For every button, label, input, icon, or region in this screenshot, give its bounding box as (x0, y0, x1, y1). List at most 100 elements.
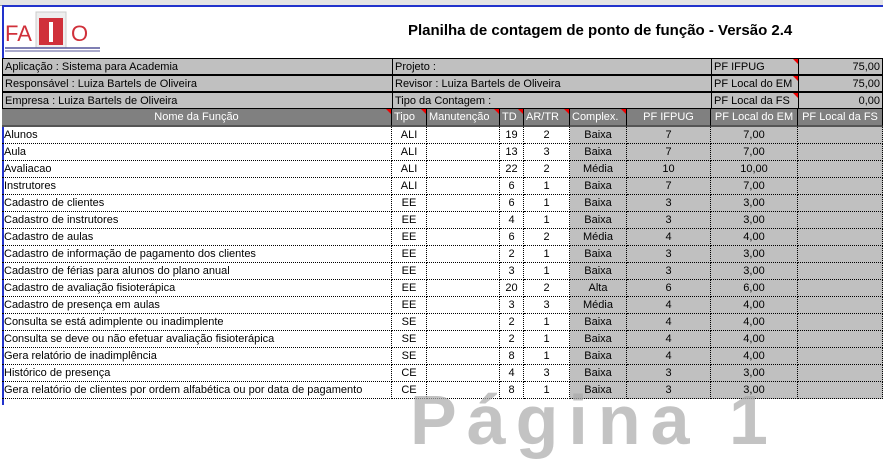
cell-td[interactable]: 3 (500, 263, 524, 280)
cell-pf-fs[interactable] (798, 229, 883, 246)
projeto-cell[interactable]: Projeto : (392, 58, 712, 75)
cell-pf-ifpug[interactable]: 6 (627, 280, 711, 297)
cell-pf-fs[interactable] (798, 127, 883, 144)
header-ar-tr[interactable]: AR/TR (524, 109, 570, 127)
cell-nome[interactable]: Cadastro de instrutores (2, 212, 392, 229)
cell-ar-tr[interactable]: 3 (524, 144, 570, 161)
cell-nome[interactable]: Cadastro de informação de pagamento dos … (2, 246, 392, 263)
cell-tipo[interactable]: SE (392, 348, 427, 365)
cell-tipo[interactable]: SE (392, 331, 427, 348)
tipo-contagem-cell[interactable]: Tipo da Contagem : (392, 92, 712, 109)
cell-ar-tr[interactable]: 2 (524, 229, 570, 246)
cell-complex[interactable]: Baixa (570, 314, 627, 331)
cell-manutencao[interactable] (427, 195, 500, 212)
cell-ar-tr[interactable]: 1 (524, 178, 570, 195)
cell-nome[interactable]: Cadastro de presença em aulas (2, 297, 392, 314)
cell-ar-tr[interactable]: 1 (524, 195, 570, 212)
cell-td[interactable]: 6 (500, 195, 524, 212)
cell-nome[interactable]: Avaliacao (2, 161, 392, 178)
cell-pf-fs[interactable] (798, 348, 883, 365)
cell-td[interactable]: 22 (500, 161, 524, 178)
cell-ar-tr[interactable]: 1 (524, 212, 570, 229)
header-td[interactable]: TD (500, 109, 524, 127)
header-complex[interactable]: Complex. (570, 109, 627, 127)
cell-ar-tr[interactable]: 1 (524, 246, 570, 263)
cell-pf-em[interactable]: 7,00 (711, 144, 798, 161)
cell-nome[interactable]: Cadastro de aulas (2, 229, 392, 246)
cell-pf-fs[interactable] (798, 280, 883, 297)
cell-pf-em[interactable]: 7,00 (711, 127, 798, 144)
cell-tipo[interactable]: EE (392, 297, 427, 314)
cell-nome[interactable]: Aula (2, 144, 392, 161)
cell-complex[interactable]: Baixa (570, 144, 627, 161)
cell-tipo[interactable]: ALI (392, 144, 427, 161)
cell-tipo[interactable]: EE (392, 263, 427, 280)
header-nome[interactable]: Nome da Função (2, 109, 392, 127)
cell-manutencao[interactable] (427, 314, 500, 331)
cell-td[interactable]: 20 (500, 280, 524, 297)
cell-nome[interactable]: Alunos (2, 127, 392, 144)
cell-tipo[interactable]: ALI (392, 127, 427, 144)
cell-complex[interactable]: Média (570, 229, 627, 246)
cell-pf-ifpug[interactable]: 4 (627, 297, 711, 314)
cell-td[interactable]: 13 (500, 144, 524, 161)
empresa-cell[interactable]: Empresa : Luiza Bartels de Oliveira (2, 92, 393, 109)
cell-pf-ifpug[interactable]: 3 (627, 212, 711, 229)
cell-manutencao[interactable] (427, 144, 500, 161)
cell-tipo[interactable]: SE (392, 314, 427, 331)
cell-nome[interactable]: Cadastro de clientes (2, 195, 392, 212)
cell-pf-fs[interactable] (798, 382, 883, 399)
cell-td[interactable]: 2 (500, 331, 524, 348)
cell-manutencao[interactable] (427, 161, 500, 178)
cell-manutencao[interactable] (427, 212, 500, 229)
cell-td[interactable]: 4 (500, 212, 524, 229)
cell-pf-fs[interactable] (798, 314, 883, 331)
cell-tipo[interactable]: EE (392, 212, 427, 229)
pf-em-label[interactable]: PF Local do EM (711, 75, 799, 92)
cell-complex[interactable]: Baixa (570, 212, 627, 229)
cell-nome[interactable]: Consulta se está adimplente ou inadimple… (2, 314, 392, 331)
cell-ar-tr[interactable]: 1 (524, 314, 570, 331)
cell-manutencao[interactable] (427, 246, 500, 263)
cell-pf-fs[interactable] (798, 263, 883, 280)
cell-complex[interactable]: Média (570, 161, 627, 178)
cell-pf-ifpug[interactable]: 7 (627, 144, 711, 161)
cell-pf-ifpug[interactable]: 4 (627, 331, 711, 348)
cell-complex[interactable]: Baixa (570, 263, 627, 280)
cell-manutencao[interactable] (427, 263, 500, 280)
cell-pf-em[interactable]: 4,00 (711, 229, 798, 246)
header-pf-fs[interactable]: PF Local da FS (798, 109, 883, 127)
cell-pf-em[interactable]: 10,00 (711, 161, 798, 178)
responsavel-cell[interactable]: Responsável : Luiza Bartels de Oliveira (2, 75, 393, 92)
cell-pf-ifpug[interactable]: 3 (627, 195, 711, 212)
cell-pf-fs[interactable] (798, 161, 883, 178)
cell-pf-fs[interactable] (798, 246, 883, 263)
cell-pf-em[interactable]: 3,00 (711, 263, 798, 280)
cell-manutencao[interactable] (427, 127, 500, 144)
cell-pf-ifpug[interactable]: 4 (627, 229, 711, 246)
cell-pf-ifpug[interactable]: 7 (627, 178, 711, 195)
cell-ar-tr[interactable]: 2 (524, 127, 570, 144)
cell-complex[interactable]: Baixa (570, 178, 627, 195)
pf-fs-label[interactable]: PF Local da FS (711, 92, 799, 109)
cell-pf-em[interactable]: 3,00 (711, 246, 798, 263)
cell-complex[interactable]: Baixa (570, 331, 627, 348)
cell-manutencao[interactable] (427, 331, 500, 348)
cell-pf-em[interactable]: 4,00 (711, 297, 798, 314)
cell-pf-ifpug[interactable]: 3 (627, 246, 711, 263)
cell-pf-fs[interactable] (798, 195, 883, 212)
cell-nome[interactable]: Gera relatório de inadimplência (2, 348, 392, 365)
cell-pf-em[interactable]: 6,00 (711, 280, 798, 297)
cell-td[interactable]: 3 (500, 297, 524, 314)
cell-nome[interactable]: Consulta se deve ou não efetuar avaliaçã… (2, 331, 392, 348)
cell-tipo[interactable]: EE (392, 246, 427, 263)
cell-pf-fs[interactable] (798, 212, 883, 229)
cell-pf-em[interactable]: 3,00 (711, 195, 798, 212)
cell-complex[interactable]: Baixa (570, 195, 627, 212)
cell-ar-tr[interactable]: 3 (524, 297, 570, 314)
cell-pf-ifpug[interactable]: 7 (627, 127, 711, 144)
cell-td[interactable]: 2 (500, 246, 524, 263)
cell-nome[interactable]: Cadastro de avaliação fisioterápica (2, 280, 392, 297)
header-pf-ifpug[interactable]: PF IFPUG (627, 109, 711, 127)
cell-manutencao[interactable] (427, 178, 500, 195)
